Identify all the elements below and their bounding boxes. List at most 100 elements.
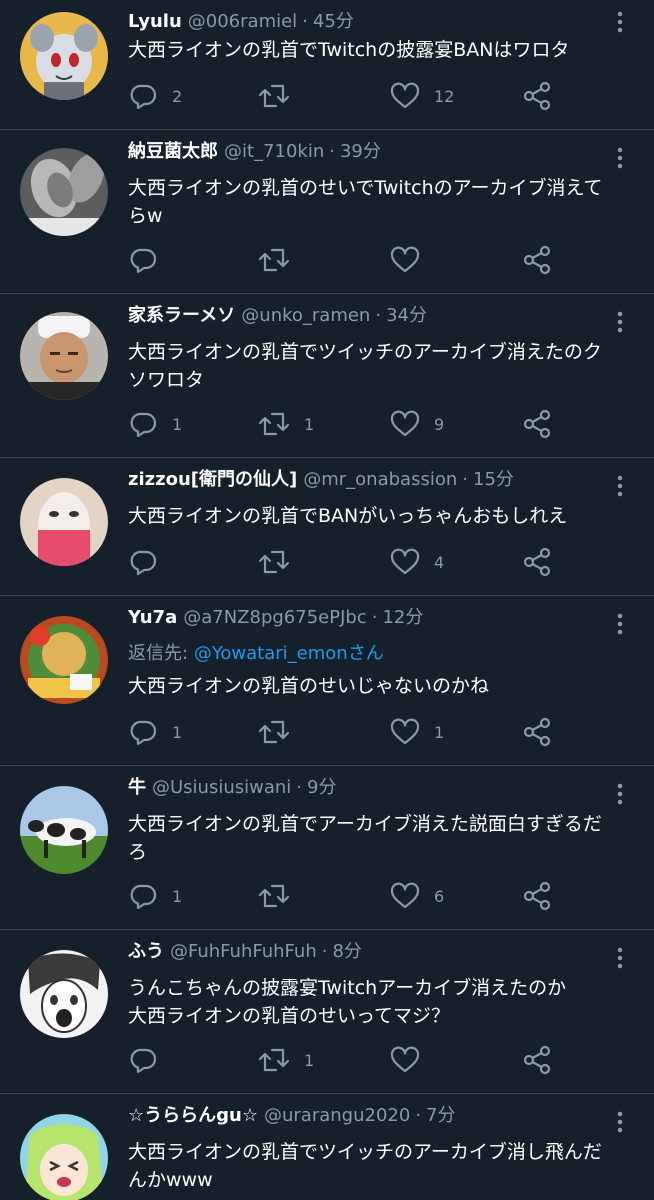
user-handle[interactable]: @FuhFuhFuhFuh	[170, 941, 317, 962]
tweet-text-line: 大西ライオンの乳首でツイッチのアーカイブ消し飛んだ	[128, 1141, 602, 1163]
tweet-text: うんこちゃんの披露宴Twitchアーカイブ消えたのか 大西ライオンの乳首のせいっ…	[128, 974, 624, 1030]
user-handle[interactable]: @urarangu2020	[264, 1105, 410, 1126]
share-button[interactable]	[522, 78, 552, 114]
timestamp[interactable]: 15分	[473, 469, 514, 490]
share-button[interactable]	[522, 878, 552, 914]
more-options-icon[interactable]	[610, 146, 630, 170]
retweet-button[interactable]	[258, 242, 304, 278]
like-button[interactable]: 12	[390, 78, 454, 114]
timestamp[interactable]: 12分	[382, 607, 423, 628]
timestamp[interactable]: 34分	[386, 305, 427, 326]
tweet-text-line: 大西ライオンの乳首でアーカイブ消えた説面白すぎるだ	[128, 813, 602, 835]
tweet-actions	[128, 242, 568, 278]
retweet-icon	[258, 718, 290, 746]
more-options-icon[interactable]	[610, 612, 630, 636]
separator-dot: ·	[375, 305, 382, 326]
display-name[interactable]: 家系ラーメソ	[128, 305, 235, 326]
more-options-icon[interactable]	[610, 946, 630, 970]
tweet-header: 牛 @Usiusiusiwani · 9分	[128, 774, 604, 802]
reply-button[interactable]: 1	[130, 878, 182, 914]
reply-mention-link[interactable]: @Yowatari_emonさん	[194, 643, 384, 664]
avatar[interactable]	[20, 950, 108, 1038]
heart-icon	[390, 548, 420, 576]
like-button[interactable]: 9	[390, 406, 444, 442]
like-button[interactable]	[390, 1042, 434, 1078]
user-handle[interactable]: @mr_onabassion	[303, 469, 457, 490]
heart-icon	[390, 1046, 420, 1074]
retweet-count: 1	[304, 414, 315, 434]
more-options-icon[interactable]	[610, 1110, 630, 1134]
share-icon	[522, 1045, 552, 1075]
reply-count: 1	[172, 886, 183, 906]
avatar[interactable]	[20, 1114, 108, 1200]
retweet-button[interactable]	[258, 544, 304, 580]
retweet-button[interactable]	[258, 714, 304, 750]
display-name[interactable]: Yu7a	[128, 607, 177, 628]
timestamp[interactable]: 9分	[307, 777, 336, 798]
display-name[interactable]: Lyulu	[128, 11, 182, 32]
reply-button[interactable]: 2	[130, 78, 182, 114]
like-count: 12	[434, 86, 455, 106]
reply-button[interactable]	[130, 242, 172, 278]
like-button[interactable]: 1	[390, 714, 444, 750]
reply-button[interactable]: 1	[130, 714, 182, 750]
timestamp[interactable]: 39分	[340, 141, 381, 162]
more-options-icon[interactable]	[610, 474, 630, 498]
like-button[interactable]: 4	[390, 544, 444, 580]
avatar[interactable]	[20, 148, 108, 236]
tweet[interactable]: ふう @FuhFuhFuhFuh · 8分 うんこちゃんの披露宴Twitchアーカイブ…	[0, 930, 654, 1094]
tweet-actions: 4	[128, 544, 568, 580]
retweet-button[interactable]	[258, 878, 304, 914]
tweet[interactable]: 牛 @Usiusiusiwani · 9分 大西ライオンの乳首でアーカイブ消えた説面白…	[0, 766, 654, 930]
like-button[interactable]	[390, 242, 434, 278]
display-name[interactable]: ふう	[128, 941, 164, 962]
more-options-icon[interactable]	[610, 10, 630, 34]
share-icon	[522, 881, 552, 911]
retweet-count: 1	[304, 1050, 315, 1070]
tweet-text-line: うんこちゃんの披露宴Twitchアーカイブ消えたのか	[128, 977, 567, 999]
user-handle[interactable]: @it_710kin	[224, 141, 324, 162]
display-name[interactable]: 納豆菌太郎	[128, 141, 218, 162]
user-handle[interactable]: @unko_ramen	[241, 305, 370, 326]
tweet[interactable]: zizzou[衛門の仙人] @mr_onabassion · 15分 大西ライオンの乳…	[0, 458, 654, 596]
reply-button[interactable]	[130, 1042, 172, 1078]
user-handle[interactable]: @006ramiel	[188, 11, 297, 32]
tweet[interactable]: ☆うららんgu☆ @urarangu2020 · 7分 大西ライオンの乳首でツイッチの…	[0, 1094, 654, 1200]
share-button[interactable]	[522, 544, 552, 580]
timestamp[interactable]: 8分	[332, 941, 361, 962]
timestamp[interactable]: 45分	[313, 11, 354, 32]
tweet-text: 大西ライオンの乳首でTwitchの披露宴BANはワロタ	[128, 36, 624, 64]
more-options-icon[interactable]	[610, 782, 630, 806]
share-button[interactable]	[522, 714, 552, 750]
retweet-icon	[258, 410, 290, 438]
reply-button[interactable]: 1	[130, 406, 182, 442]
share-button[interactable]	[522, 1042, 552, 1078]
share-icon	[522, 409, 552, 439]
tweet[interactable]: 家系ラーメソ @unko_ramen · 34分 大西ライオンの乳首でツイッチのアーカ…	[0, 294, 654, 458]
more-options-icon[interactable]	[610, 310, 630, 334]
display-name[interactable]: zizzou[衛門の仙人]	[128, 469, 297, 490]
share-button[interactable]	[522, 242, 552, 278]
retweet-button[interactable]: 1	[258, 1042, 314, 1078]
avatar[interactable]	[20, 786, 108, 874]
avatar[interactable]	[20, 616, 108, 704]
avatar[interactable]	[20, 312, 108, 400]
heart-icon	[390, 82, 420, 110]
like-button[interactable]: 6	[390, 878, 444, 914]
user-handle[interactable]: @a7NZ8pg675ePJbc	[183, 607, 367, 628]
tweet[interactable]: Yu7a @a7NZ8pg675ePJbc · 12分 返信先: @Yowatari_…	[0, 596, 654, 766]
avatar[interactable]	[20, 12, 108, 100]
avatar[interactable]	[20, 478, 108, 566]
tweet-text: 大西ライオンの乳首でツイッチのアーカイブ消し飛んだ んかwww	[128, 1138, 624, 1194]
timestamp[interactable]: 7分	[426, 1105, 455, 1126]
tweet-text: 大西ライオンの乳首のせいじゃないのかね	[128, 672, 624, 700]
share-button[interactable]	[522, 406, 552, 442]
reply-button[interactable]	[130, 544, 172, 580]
display-name[interactable]: ☆うららんgu☆	[128, 1105, 258, 1126]
display-name[interactable]: 牛	[128, 777, 146, 798]
retweet-button[interactable]	[258, 78, 304, 114]
retweet-button[interactable]: 1	[258, 406, 314, 442]
tweet[interactable]: 納豆菌太郎 @it_710kin · 39分 大西ライオンの乳首のせいでTwitchの…	[0, 130, 654, 294]
tweet[interactable]: Lyulu @006ramiel · 45分 大西ライオンの乳首でTwitchの披露宴…	[0, 0, 654, 130]
user-handle[interactable]: @Usiusiusiwani	[152, 777, 291, 798]
